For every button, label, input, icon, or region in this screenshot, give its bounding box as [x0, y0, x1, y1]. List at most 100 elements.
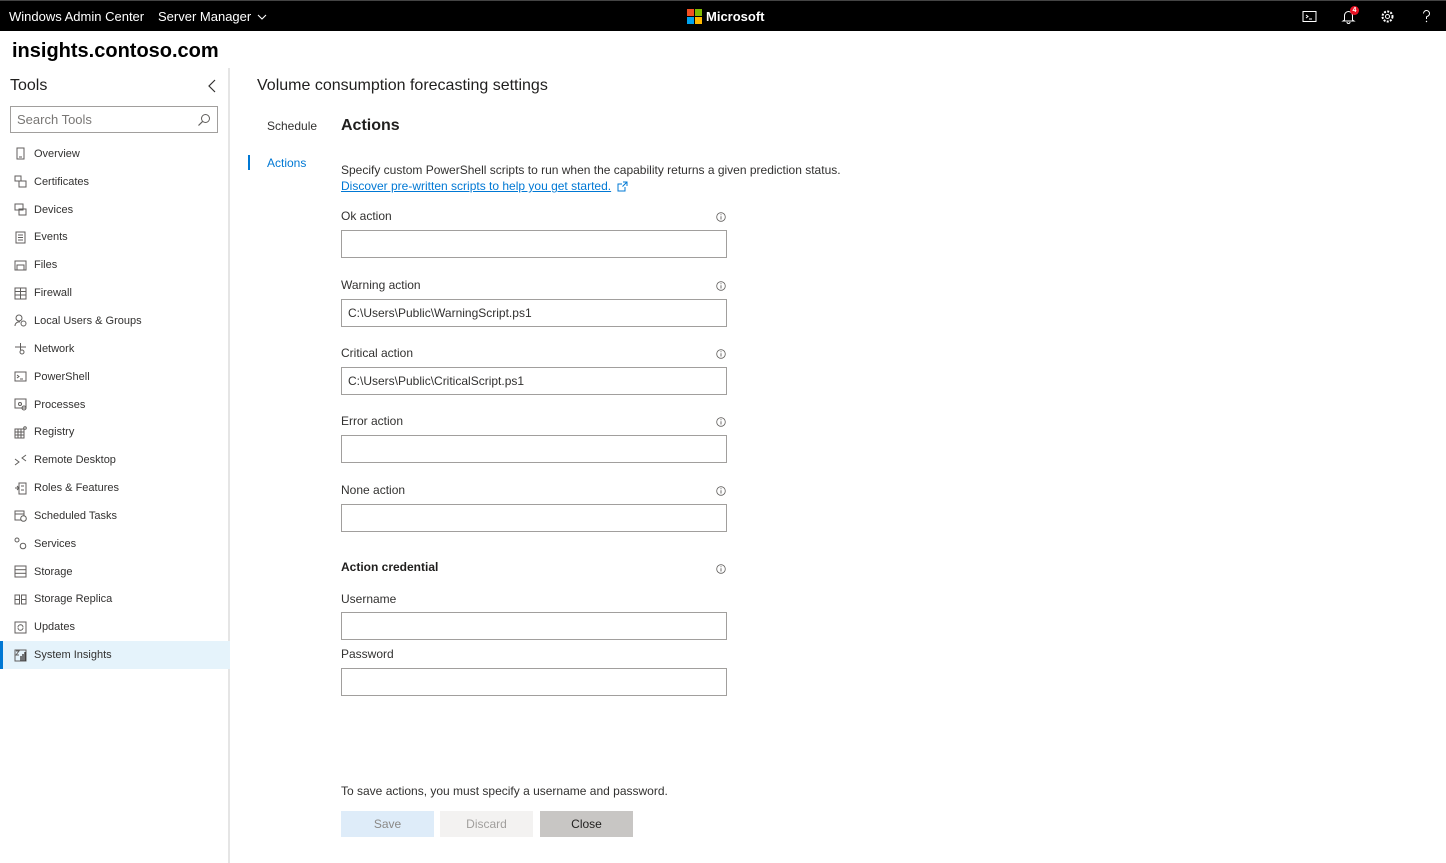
sidebar-item-network[interactable]: Network: [0, 335, 230, 363]
registry-icon: [14, 426, 27, 439]
tools-title: Tools: [10, 77, 48, 94]
info-icon[interactable]: [716, 486, 726, 496]
sidebar-item-storage[interactable]: Storage: [0, 558, 230, 586]
password-label: Password: [341, 647, 394, 661]
services-icon: [14, 537, 27, 550]
sidebar-item-label: Firewall: [34, 287, 72, 300]
external-link-icon: [617, 181, 628, 191]
sidebar-item-updates[interactable]: Updates: [0, 613, 230, 641]
critical-action-label: Critical action: [341, 346, 414, 360]
files-icon: [14, 259, 27, 272]
sidebar-item-label: Remote Desktop: [34, 454, 116, 467]
none-action-input[interactable]: [341, 504, 727, 532]
discover-scripts-link[interactable]: Discover pre-written scripts to help you…: [341, 179, 628, 193]
microsoft-brand: Microsoft: [687, 9, 765, 24]
subnav-actions[interactable]: Actions: [267, 156, 306, 170]
sidebar-item-label: Certificates: [34, 175, 90, 188]
sidebar-item-powershell[interactable]: PowerShell: [0, 363, 230, 391]
sidebar-item-firewall[interactable]: Firewall: [0, 279, 230, 307]
username-input[interactable]: [341, 612, 727, 640]
overview-icon: [14, 147, 27, 160]
sidebar-item-label: Roles & Features: [34, 482, 119, 495]
app-title[interactable]: Windows Admin Center: [9, 9, 144, 24]
none-action-label: None action: [341, 483, 406, 497]
help-icon: [1423, 10, 1430, 23]
sidebar-item-label: Devices: [34, 203, 74, 216]
subnav-schedule[interactable]: Schedule: [267, 119, 317, 133]
remote-desktop-icon: [14, 454, 27, 467]
sidebar-item-label: Registry: [34, 426, 75, 439]
sidebar-item-label: Updates: [34, 621, 75, 634]
system-insights-icon: [14, 649, 27, 662]
sidebar-item-label: Network: [34, 342, 75, 355]
settings-gear-icon: [1381, 10, 1394, 23]
sidebar-item-certificates[interactable]: Certificates: [0, 168, 230, 196]
microsoft-logo-icon: [687, 9, 702, 24]
server-manager-dropdown[interactable]: Server Manager: [158, 9, 267, 24]
notification-badge: 4: [1350, 6, 1359, 15]
close-button[interactable]: Close: [540, 811, 633, 837]
discover-scripts-link-text[interactable]: Discover pre-written scripts to help you…: [341, 179, 611, 193]
sidebar-item-devices[interactable]: Devices: [0, 196, 230, 224]
sidebar-item-remote-desktop[interactable]: Remote Desktop: [0, 446, 230, 474]
page-title: Volume consumption forecasting settings: [257, 77, 548, 94]
ok-action-input[interactable]: [341, 230, 727, 258]
sidebar-item-system-insights[interactable]: System Insights: [0, 641, 230, 670]
sidebar-item-label: Storage: [34, 565, 73, 578]
username-label: Username: [341, 592, 397, 606]
sidebar-item-label: System Insights: [34, 649, 112, 662]
settings-button[interactable]: [1368, 1, 1407, 32]
events-icon: [14, 231, 27, 244]
search-icon[interactable]: [197, 113, 211, 127]
scheduled-tasks-icon: [14, 509, 27, 523]
processes-icon: [14, 398, 27, 411]
error-action-label: Error action: [341, 414, 404, 428]
sidebar-item-label: Overview: [34, 147, 80, 160]
critical-action-input[interactable]: [341, 367, 727, 395]
sidebar-item-label: Storage Replica: [34, 593, 113, 606]
sidebar-item-label: Events: [34, 231, 68, 244]
sidebar-item-label: Services: [34, 537, 77, 550]
info-icon[interactable]: [716, 564, 726, 574]
tools-sidebar: Tools Overview Certificates Devices Events F…: [0, 68, 230, 863]
discard-button[interactable]: Discard: [440, 811, 533, 837]
search-tools-input[interactable]: [11, 107, 197, 132]
sidebar-item-storage-replica[interactable]: Storage Replica: [0, 586, 230, 614]
search-tools-field[interactable]: [10, 106, 218, 133]
brand-label: Microsoft: [706, 9, 765, 24]
chevron-down-icon: [257, 14, 267, 20]
sidebar-item-label: Files: [34, 259, 58, 272]
collapse-sidebar-chevron-left-icon[interactable]: [205, 78, 219, 94]
info-icon[interactable]: [716, 417, 726, 427]
server-manager-label: Server Manager: [158, 9, 252, 24]
top-bar: Windows Admin Center Server Manager Micr…: [0, 0, 1446, 31]
console-icon: [1302, 11, 1317, 22]
sidebar-item-processes[interactable]: Processes: [0, 391, 230, 419]
tool-list: Overview Certificates Devices Events Files Fi…: [0, 140, 230, 670]
sidebar-item-scheduled-tasks[interactable]: Scheduled Tasks: [0, 502, 230, 530]
updates-icon: [14, 621, 27, 634]
sidebar-item-label: PowerShell: [34, 370, 90, 383]
users-icon: [14, 314, 27, 327]
sidebar-item-label: Processes: [34, 398, 86, 411]
sidebar-item-local-users-groups[interactable]: Local Users & Groups: [0, 307, 230, 335]
password-input[interactable]: [341, 668, 727, 696]
storage-icon: [14, 565, 27, 578]
warning-action-input[interactable]: [341, 299, 727, 327]
sidebar-item-registry[interactable]: Registry: [0, 418, 230, 446]
certificates-icon: [14, 175, 27, 188]
error-action-input[interactable]: [341, 435, 727, 463]
sidebar-item-events[interactable]: Events: [0, 224, 230, 252]
network-icon: [14, 342, 27, 355]
sidebar-item-files[interactable]: Files: [0, 251, 230, 279]
notifications-button[interactable]: 4: [1329, 1, 1368, 32]
sidebar-item-roles-features[interactable]: Roles & Features: [0, 474, 230, 502]
info-icon[interactable]: [716, 212, 726, 222]
console-button[interactable]: [1290, 1, 1329, 32]
info-icon[interactable]: [716, 349, 726, 359]
info-icon[interactable]: [716, 281, 726, 291]
save-button[interactable]: Save: [341, 811, 434, 837]
sidebar-item-overview[interactable]: Overview: [0, 140, 230, 168]
sidebar-item-services[interactable]: Services: [0, 530, 230, 558]
help-button[interactable]: [1407, 1, 1446, 32]
